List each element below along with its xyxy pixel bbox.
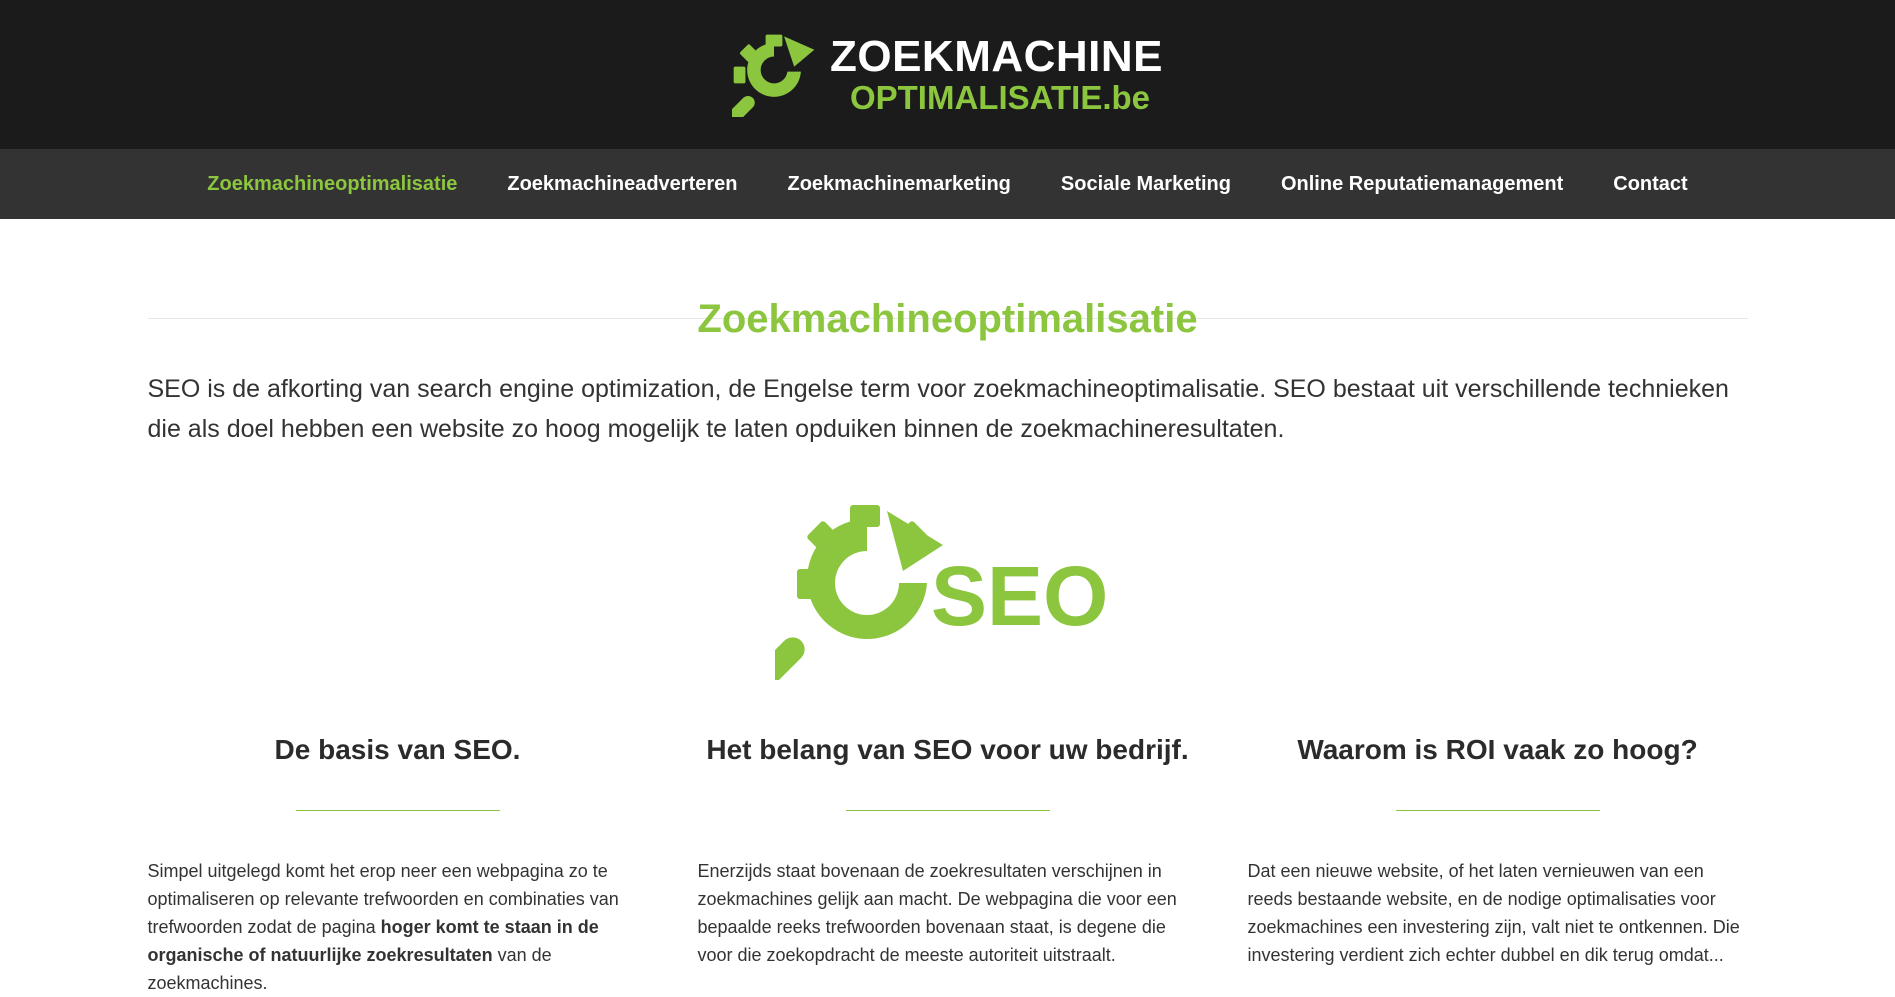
nav-item-sociale-marketing[interactable]: Sociale Marketing — [1061, 173, 1231, 196]
column-text: Enerzijds staat bovenaan de zoekresultat… — [697, 861, 1177, 965]
column-basis: De basis van SEO. Simpel uitgelegd komt … — [148, 734, 648, 997]
column-heading: Het belang van SEO voor uw bedrijf. — [706, 734, 1189, 765]
column-heading: Waarom is ROI vaak zo hoog? — [1297, 734, 1698, 765]
page-title: Zoekmachineoptimalisatie — [697, 297, 1198, 341]
intro-paragraph: SEO is de afkorting van search engine op… — [147, 375, 1729, 443]
column-belang: Het belang van SEO voor uw bedrijf. Ener… — [698, 734, 1198, 997]
site-header: ZOEKMACHINE OPTIMALISATIE.be — [0, 0, 1895, 149]
column-text: Dat een nieuwe website, of het laten ver… — [1247, 861, 1740, 965]
column-heading: De basis van SEO. — [274, 734, 521, 765]
heading-divider — [295, 810, 500, 811]
feature-columns: De basis van SEO. Simpel uitgelegd komt … — [148, 734, 1748, 997]
main-content: Zoekmachineoptimalisatie SEO is de afkor… — [147, 219, 1748, 997]
site-logo[interactable]: ZOEKMACHINE OPTIMALISATIE.be — [731, 32, 1164, 117]
nav-item-zoekmachinemarketing[interactable]: Zoekmachinemarketing — [787, 173, 1010, 196]
logo-title: ZOEKMACHINE — [829, 32, 1164, 81]
seo-logo-text: SEO — [931, 549, 1108, 643]
heading-divider — [845, 810, 1050, 811]
nav-item-contact[interactable]: Contact — [1613, 173, 1687, 196]
magnifier-gear-logo-icon — [731, 34, 815, 117]
page-title-block: Zoekmachineoptimalisatie — [147, 297, 1748, 343]
column-roi: Waarom is ROI vaak zo hoog? Dat een nieu… — [1248, 734, 1748, 997]
seo-gear-magnifier-icon: SEO — [775, 505, 1108, 680]
nav-item-zoekmachineoptimalisatie[interactable]: Zoekmachineoptimalisatie — [207, 173, 457, 196]
main-nav: Zoekmachineoptimalisatie Zoekmachineadve… — [0, 149, 1895, 219]
nav-item-online-reputatiemanagement[interactable]: Online Reputatiemanagement — [1281, 173, 1563, 196]
heading-divider — [1395, 810, 1600, 811]
column-text: Simpel uitgelegd komt het erop neer een … — [148, 857, 648, 997]
nav-item-zoekmachineadverteren[interactable]: Zoekmachineadverteren — [507, 173, 737, 196]
logo-subtitle: OPTIMALISATIE.be — [849, 79, 1151, 116]
seo-logo: SEO — [148, 505, 1748, 680]
